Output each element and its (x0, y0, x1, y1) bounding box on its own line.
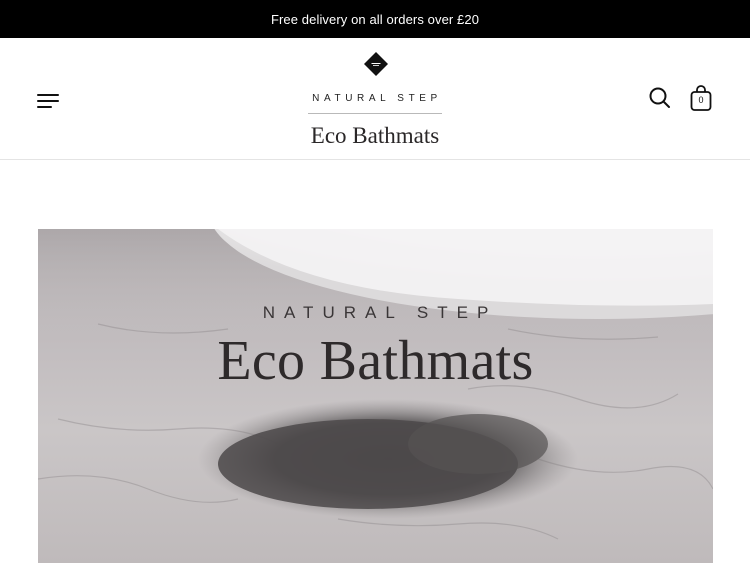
diamond-logo-icon (364, 52, 388, 76)
cart-count-badge: 0 (698, 95, 704, 105)
logo-divider (308, 113, 442, 114)
search-button[interactable] (648, 86, 672, 110)
logo-brand-text: NATURAL STEP (312, 93, 442, 104)
logo-product-text: Eco Bathmats (310, 123, 440, 148)
cart-button[interactable]: 0 (689, 84, 715, 112)
announcement-bar: Free delivery on all orders over £20 (0, 0, 750, 38)
hero-background-image (38, 229, 713, 540)
hamburger-menu-icon (37, 94, 59, 96)
hero-banner[interactable]: NATURAL STEP Eco Bathmats (38, 229, 713, 563)
site-logo[interactable]: NATURAL STEP Eco Bathmats (298, 50, 452, 154)
announcement-text: Free delivery on all orders over £20 (270, 11, 480, 27)
hero-title: Eco Bathmats (217, 330, 534, 392)
hero-brand-text: NATURAL STEP (262, 303, 498, 322)
menu-button[interactable] (37, 92, 61, 110)
site-header: NATURAL STEP Eco Bathmats 0 (0, 38, 750, 160)
search-icon (649, 87, 670, 108)
